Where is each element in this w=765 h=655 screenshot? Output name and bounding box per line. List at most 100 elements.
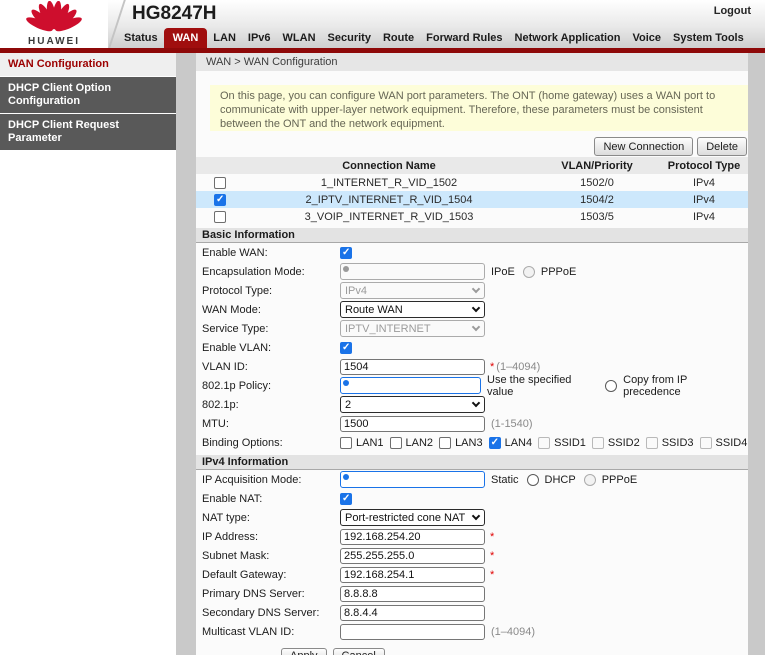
cancel-button[interactable]: Cancel xyxy=(333,648,385,655)
lan3-checkbox[interactable] xyxy=(439,437,451,449)
encapsulation-mode-label: Encapsulation Mode: xyxy=(202,266,340,278)
ipoe-radio[interactable] xyxy=(340,263,485,280)
sidebar-item-wan-configuration[interactable]: WAN Configuration xyxy=(0,53,176,77)
primary-dns-label: Primary DNS Server: xyxy=(202,588,340,600)
required-asterisk: * xyxy=(490,569,494,581)
mtu-label: MTU: xyxy=(202,418,340,430)
new-connection-button[interactable]: New Connection xyxy=(594,137,693,156)
pppoe-acquisition-label: PPPoE xyxy=(602,474,637,486)
mtu-input[interactable] xyxy=(340,416,485,432)
protocol-type-label: Protocol Type: xyxy=(202,285,340,297)
row-2-checkbox[interactable] xyxy=(214,194,226,206)
lan1-label: LAN1 xyxy=(356,437,384,449)
vlan-priority: 1504/2 xyxy=(534,191,660,208)
dhcp-radio[interactable] xyxy=(527,474,539,486)
sidebar: WAN Configuration DHCP Client Option Con… xyxy=(0,53,176,655)
form-row-subnet-mask: Subnet Mask: * xyxy=(196,546,748,565)
8021p-policy-label: 802.1p Policy: xyxy=(202,380,340,392)
subnet-mask-input[interactable] xyxy=(340,548,485,564)
chevron-down-icon xyxy=(472,399,480,407)
protocol-type: IPv4 xyxy=(660,191,748,208)
ssid3-checkbox[interactable] xyxy=(646,437,658,449)
form-row-encapsulation-mode: Encapsulation Mode: IPoE PPPoE xyxy=(196,262,748,281)
tab-lan[interactable]: LAN xyxy=(207,28,242,48)
ipv4-information-section-header: IPv4 Information xyxy=(196,455,748,470)
multicast-vlan-id-label: Multicast VLAN ID: xyxy=(202,626,340,638)
static-radio[interactable] xyxy=(340,471,485,488)
default-gateway-input[interactable] xyxy=(340,567,485,583)
tab-wan[interactable]: WAN xyxy=(164,28,208,48)
wan-mode-label: WAN Mode: xyxy=(202,304,340,316)
huawei-logo: HUAWEI xyxy=(0,0,108,48)
tab-network-application[interactable]: Network Application xyxy=(509,28,627,48)
chevron-down-icon xyxy=(472,323,480,331)
lan2-label: LAN2 xyxy=(406,437,434,449)
table-row[interactable]: 3_VOIP_INTERNET_R_VID_1503 1503/5 IPv4 xyxy=(196,208,748,225)
tab-security[interactable]: Security xyxy=(322,28,377,48)
sidebar-item-dhcp-client-request-parameter[interactable]: DHCP Client Request Parameter xyxy=(0,114,176,151)
logout-link[interactable]: Logout xyxy=(714,5,751,17)
tab-system-tools[interactable]: System Tools xyxy=(667,28,750,48)
tab-status[interactable]: Status xyxy=(118,28,164,48)
form-row-secondary-dns: Secondary DNS Server: xyxy=(196,603,748,622)
dhcp-radio-label: DHCP xyxy=(545,474,576,486)
row-1-checkbox[interactable] xyxy=(214,177,226,189)
sidebar-item-dhcp-client-option-configuration[interactable]: DHCP Client Option Configuration xyxy=(0,77,176,114)
chevron-down-icon xyxy=(472,285,480,293)
pppoe-radio[interactable] xyxy=(523,266,535,278)
table-row[interactable]: 1_INTERNET_R_VID_1502 1502/0 IPv4 xyxy=(196,174,748,191)
service-type-select[interactable]: IPTV_INTERNET xyxy=(340,320,485,337)
use-specified-value-radio[interactable] xyxy=(340,377,481,394)
ssid2-checkbox[interactable] xyxy=(592,437,604,449)
tab-wlan[interactable]: WLAN xyxy=(277,28,322,48)
delete-button[interactable]: Delete xyxy=(697,137,747,156)
form-row-8021p: 802.1p: 2 xyxy=(196,395,748,414)
pppoe-acquisition-radio[interactable] xyxy=(584,474,596,486)
copy-from-ip-precedence-radio[interactable] xyxy=(605,380,617,392)
lan2-checkbox[interactable] xyxy=(390,437,402,449)
tab-ipv6[interactable]: IPv6 xyxy=(242,28,277,48)
router-admin-page: HUAWEI HG8247H Logout Status WAN LAN IPv… xyxy=(0,0,765,655)
lan4-checkbox[interactable] xyxy=(489,437,501,449)
tab-route[interactable]: Route xyxy=(377,28,420,48)
form-footer: Apply Cancel xyxy=(281,648,748,655)
info-box: On this page, you can configure WAN port… xyxy=(210,85,748,131)
wan-mode-select[interactable]: Route WAN xyxy=(340,301,485,318)
device-model-title: HG8247H xyxy=(132,3,217,25)
header: HUAWEI HG8247H Logout Status WAN LAN IPv… xyxy=(0,0,765,48)
main-nav-tabs: Status WAN LAN IPv6 WLAN Security Route … xyxy=(118,28,750,48)
apply-button[interactable]: Apply xyxy=(281,648,327,655)
service-type-label: Service Type: xyxy=(202,323,340,335)
vlan-id-label: VLAN ID: xyxy=(202,361,340,373)
ip-address-input[interactable] xyxy=(340,529,485,545)
ssid1-checkbox[interactable] xyxy=(538,437,550,449)
vlan-id-input[interactable] xyxy=(340,359,485,375)
multicast-vlan-id-input[interactable] xyxy=(340,624,485,640)
right-gutter xyxy=(748,53,765,655)
ssid4-checkbox[interactable] xyxy=(700,437,712,449)
8021p-select[interactable]: 2 xyxy=(340,396,485,413)
protocol-type-header: Protocol Type xyxy=(660,157,748,174)
breadcrumb: WAN > WAN Configuration xyxy=(196,53,748,71)
connections-table: Connection Name VLAN/Priority Protocol T… xyxy=(196,157,748,225)
tab-forward-rules[interactable]: Forward Rules xyxy=(420,28,508,48)
secondary-dns-input[interactable] xyxy=(340,605,485,621)
row-3-checkbox[interactable] xyxy=(214,211,226,223)
enable-vlan-checkbox[interactable] xyxy=(340,342,352,354)
enable-nat-checkbox[interactable] xyxy=(340,493,352,505)
checkbox-column-header xyxy=(196,157,244,174)
main-area: WAN Configuration DHCP Client Option Con… xyxy=(0,53,765,655)
protocol-type-select[interactable]: IPv4 xyxy=(340,282,485,299)
form-row-protocol-type: Protocol Type: IPv4 xyxy=(196,281,748,300)
required-asterisk: * xyxy=(490,531,494,543)
form-row-enable-nat: Enable NAT: xyxy=(196,489,748,508)
enable-nat-label: Enable NAT: xyxy=(202,493,340,505)
nat-type-select[interactable]: Port-restricted cone NAT xyxy=(340,509,485,526)
vlan-id-hint: (1–4094) xyxy=(496,361,540,373)
lan1-checkbox[interactable] xyxy=(340,437,352,449)
tab-voice[interactable]: Voice xyxy=(626,28,667,48)
table-row[interactable]: 2_IPTV_INTERNET_R_VID_1504 1504/2 IPv4 xyxy=(196,191,748,208)
nat-type-label: NAT type: xyxy=(202,512,340,524)
primary-dns-input[interactable] xyxy=(340,586,485,602)
enable-wan-checkbox[interactable] xyxy=(340,247,352,259)
